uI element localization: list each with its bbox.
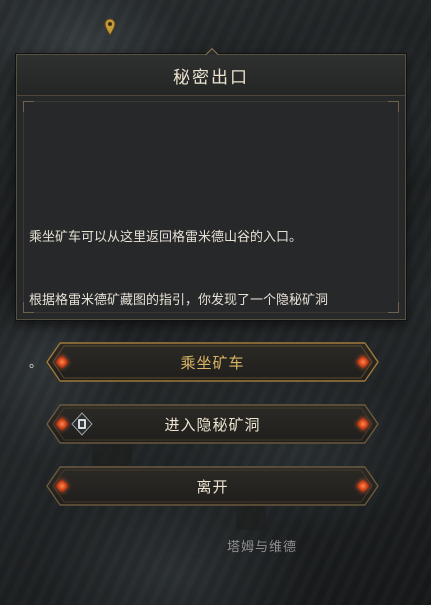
gem-icon bbox=[55, 479, 69, 493]
dialog-header: 秘密出口 bbox=[17, 55, 405, 96]
leave-button[interactable]: 离开 bbox=[46, 466, 379, 506]
ride-minecart-label: 乘坐矿车 bbox=[180, 353, 245, 372]
corner-ornament bbox=[388, 101, 399, 112]
leave-label: 离开 bbox=[196, 477, 229, 496]
dialog-title: 秘密出口 bbox=[173, 67, 249, 88]
key-hint-icon bbox=[71, 412, 93, 436]
description-line: 根据格雷米德矿藏图的指引，你发现了一个隐秘矿洞 bbox=[29, 293, 329, 308]
gem-icon bbox=[356, 417, 370, 431]
gem-icon bbox=[356, 355, 370, 369]
gem-icon bbox=[55, 417, 69, 431]
description-line: 乘坐矿车可以从这里返回格雷米德山谷的入口。 bbox=[29, 230, 303, 245]
enter-hidden-mine-button[interactable]: 进入隐秘矿洞 bbox=[46, 404, 379, 444]
map-pin-icon bbox=[104, 18, 116, 36]
ride-minecart-button[interactable]: 乘坐矿车 bbox=[46, 342, 379, 382]
corner-ornament bbox=[23, 101, 34, 112]
gem-icon bbox=[55, 355, 69, 369]
secret-exit-dialog: 秘密出口 乘坐矿车可以从这里返回格雷米德山谷的入口。 根据格雷米德矿藏图的指引，… bbox=[16, 47, 406, 371]
enter-hidden-mine-label: 进入隐秘矿洞 bbox=[164, 415, 261, 434]
gem-icon bbox=[356, 479, 370, 493]
npc-label: 塔姆与维德 bbox=[227, 540, 298, 555]
